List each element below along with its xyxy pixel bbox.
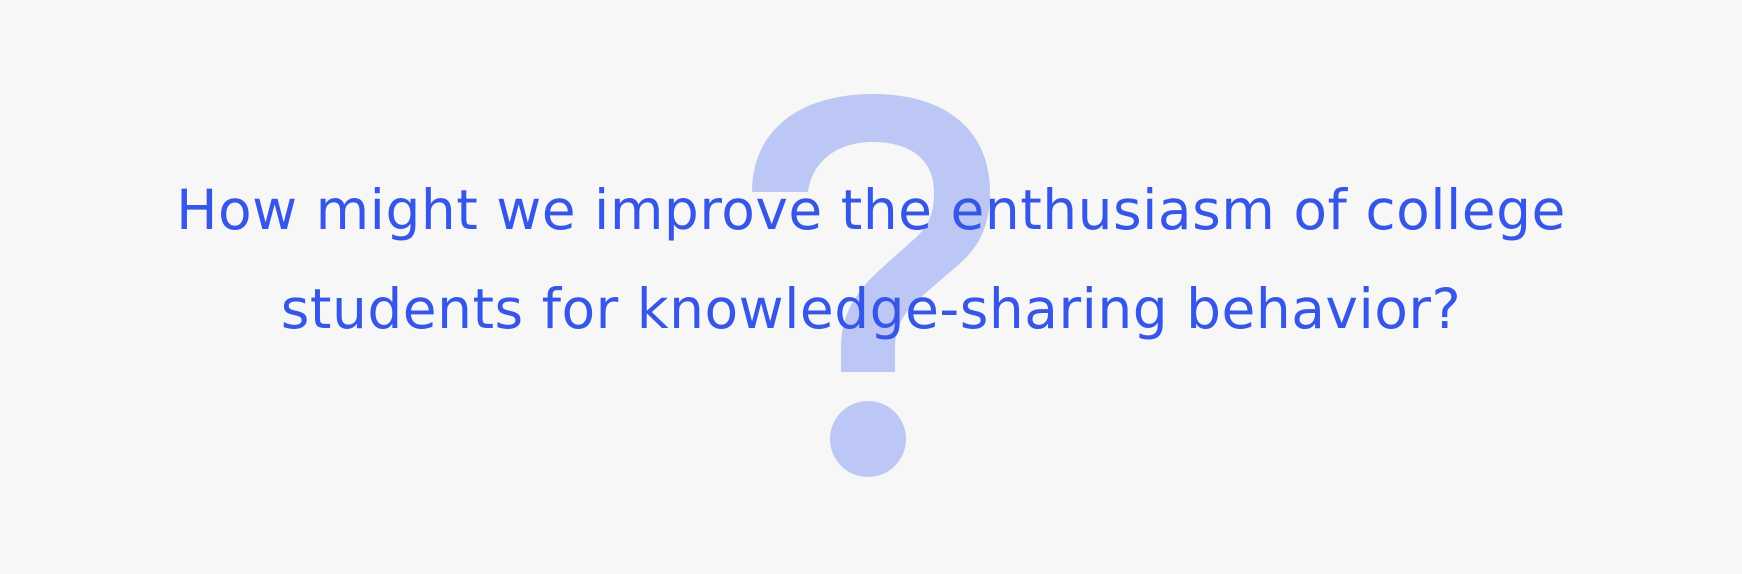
headline: How might we improve the enthusiasm of c…	[0, 161, 1742, 359]
headline-line-2: students for knowledge-sharing behavior?	[280, 277, 1462, 341]
slide-canvas: How might we improve the enthusiasm of c…	[0, 0, 1742, 574]
question-mark-dot	[830, 401, 906, 477]
headline-line-1: How might we improve the enthusiasm of c…	[176, 178, 1566, 242]
